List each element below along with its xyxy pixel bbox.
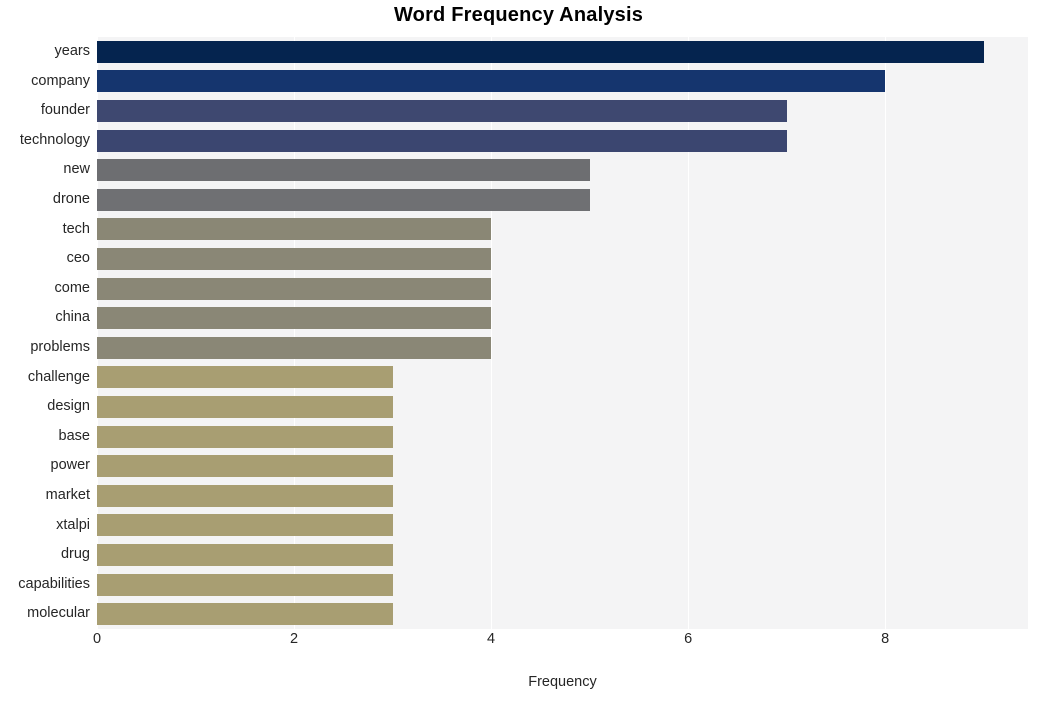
bar-row xyxy=(97,185,1028,215)
bar-capabilities[interactable] xyxy=(97,573,393,596)
y-tick-label-xtalpi: xtalpi xyxy=(56,516,90,533)
bar-new[interactable] xyxy=(97,159,590,182)
bar-row xyxy=(97,540,1028,570)
x-axis-tick-labels: 0 2 4 6 8 xyxy=(93,631,1028,657)
y-tick-label-technology: technology xyxy=(19,131,90,148)
y-tick-label-molecular: molecular xyxy=(27,605,90,622)
y-tick-label-company: company xyxy=(31,72,90,89)
bar-row xyxy=(97,37,1028,67)
y-axis-tick-labels: years company founder technology new drone tec… xyxy=(0,37,90,629)
bar-row xyxy=(97,333,1028,363)
bar-market[interactable] xyxy=(97,484,393,507)
bar-row xyxy=(97,274,1028,304)
x-tick-label-6: 6 xyxy=(684,631,693,647)
y-tick-label-design: design xyxy=(47,398,90,415)
y-tick-label-challenge: challenge xyxy=(27,368,90,385)
bar-row xyxy=(97,303,1028,333)
bar-row xyxy=(97,511,1028,541)
y-tick-label-founder: founder xyxy=(40,102,90,119)
bar-molecular[interactable] xyxy=(97,603,393,626)
bar-base[interactable] xyxy=(97,425,393,448)
x-tick-label-0: 0 xyxy=(92,631,102,647)
bar-row xyxy=(97,96,1028,126)
y-tick-label-ceo: ceo xyxy=(66,250,90,267)
bar-row xyxy=(97,215,1028,245)
y-tick-label-market: market xyxy=(45,487,90,503)
y-tick-label-power: power xyxy=(50,457,91,474)
bar-design[interactable] xyxy=(97,396,393,419)
bar-tech[interactable] xyxy=(97,218,492,241)
bar-technology[interactable] xyxy=(97,129,787,152)
y-tick-label-new: new xyxy=(63,161,90,178)
bar-ceo[interactable] xyxy=(97,248,492,271)
x-axis-label: Frequency xyxy=(528,674,597,690)
bar-series xyxy=(97,37,1028,629)
bar-row xyxy=(97,570,1028,600)
bar-row xyxy=(97,392,1028,422)
bar-row xyxy=(97,451,1028,481)
x-tick-label-8: 8 xyxy=(881,631,890,647)
chart-title: Word Frequency Analysis xyxy=(393,4,644,26)
bar-row xyxy=(97,599,1028,629)
bar-row xyxy=(97,422,1028,452)
bar-years[interactable] xyxy=(97,40,984,63)
bar-xtalpi[interactable] xyxy=(97,514,393,537)
x-tick-label-4: 4 xyxy=(487,631,496,647)
bar-drug[interactable] xyxy=(97,544,393,567)
bar-company[interactable] xyxy=(97,70,886,93)
y-tick-label-china: china xyxy=(55,309,90,326)
x-tick-label-2: 2 xyxy=(289,631,299,647)
bar-come[interactable] xyxy=(97,277,492,300)
y-tick-label-years: years xyxy=(54,43,90,59)
y-tick-label-base: base xyxy=(58,427,90,444)
chart-figure: Word Frequency Analysis years company foun… xyxy=(0,0,1037,701)
y-tick-label-drug: drug xyxy=(60,546,90,563)
bar-row xyxy=(97,126,1028,156)
y-tick-label-problems: problems xyxy=(30,339,90,355)
bar-founder[interactable] xyxy=(97,100,787,123)
plot-area xyxy=(97,37,1028,629)
bar-power[interactable] xyxy=(97,455,393,478)
bar-china[interactable] xyxy=(97,307,492,330)
bar-challenge[interactable] xyxy=(97,366,393,389)
bar-row xyxy=(97,67,1028,97)
bar-row xyxy=(97,244,1028,274)
y-tick-label-capabilities: capabilities xyxy=(18,575,90,592)
bar-row xyxy=(97,481,1028,511)
y-tick-label-tech: tech xyxy=(62,220,90,237)
bar-row xyxy=(97,155,1028,185)
y-tick-label-come: come xyxy=(54,279,90,296)
bar-row xyxy=(97,363,1028,393)
y-tick-label-drone: drone xyxy=(52,191,90,207)
bar-problems[interactable] xyxy=(97,336,492,359)
bar-drone[interactable] xyxy=(97,188,590,211)
